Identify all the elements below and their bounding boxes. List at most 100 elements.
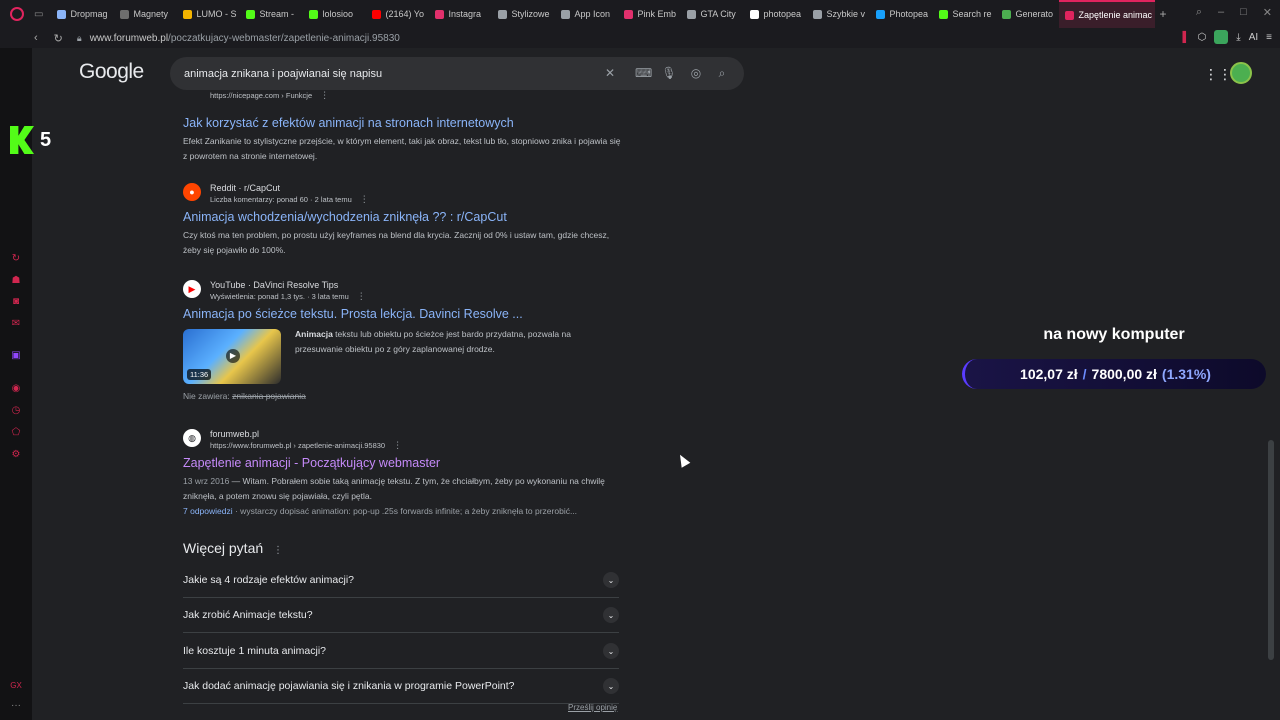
tab-favicon-icon — [1002, 9, 1012, 19]
globe-icon: ◍ — [183, 429, 201, 447]
paa-more-icon[interactable]: ⋮ — [273, 545, 283, 556]
tab-favicon-icon — [57, 9, 67, 19]
scrollbar[interactable] — [1268, 440, 1274, 660]
paa-title: Więcej pytań — [183, 540, 264, 556]
more-options-icon[interactable]: ⋮ — [360, 194, 369, 204]
paa-question[interactable]: Jak zrobić Animacje tekstu? ⌄ — [183, 598, 619, 633]
keyboard-icon[interactable]: ⌨ — [635, 65, 652, 81]
sidebar-player-icon[interactable]: ◉ — [10, 383, 22, 395]
chevron-down-icon[interactable]: ⌄ — [603, 572, 619, 588]
browser-tab[interactable]: Instagra — [429, 0, 492, 28]
lens-icon[interactable]: ◎ — [688, 65, 704, 81]
download-icon[interactable]: ⤓ — [1236, 32, 1240, 43]
result-site: Reddit · r/CapCut — [210, 183, 281, 193]
sidebar-mail-icon[interactable]: ✉ — [10, 318, 22, 330]
browser-tab[interactable]: Magnety — [114, 0, 177, 28]
search-result: ▶ YouTube · DaVinci Resolve Tips Wyświet… — [183, 279, 623, 404]
answers-snippet: · wystarczy dopisać animation: pop-up .2… — [232, 506, 578, 516]
result-title[interactable]: Animacja wchodzenia/wychodzenia zniknęła… — [183, 209, 623, 226]
sidebar-more-icon[interactable]: ··· — [10, 700, 22, 712]
sidebar-gx-icon[interactable]: GX — [10, 680, 22, 692]
tab-favicon-icon — [435, 9, 445, 19]
browser-tab[interactable]: LUMO - S — [177, 0, 240, 28]
paa-question[interactable]: Jakie są 4 rodzaje efektów animacji? ⌄ — [183, 563, 619, 598]
video-thumbnail[interactable]: ▶ 11:36 — [183, 329, 281, 384]
browser-tab[interactable]: Pink Emb — [618, 0, 681, 28]
tab-favicon-icon — [750, 9, 760, 19]
feedback-link[interactable]: Prześlij opinię — [568, 703, 617, 712]
sidebar-settings-icon[interactable]: ⚙ — [10, 449, 22, 461]
tab-favicon-icon — [498, 9, 508, 19]
chevron-down-icon[interactable]: ⌄ — [603, 643, 619, 659]
sidebar-twitch-icon[interactable]: ▣ — [10, 350, 22, 362]
google-logo[interactable]: Google — [79, 60, 144, 84]
tab-favicon-icon — [939, 9, 949, 19]
browser-tab[interactable]: Stylizowe — [492, 0, 555, 28]
extension-green-icon[interactable] — [1214, 30, 1229, 44]
minimize-icon[interactable]: – — [1218, 6, 1224, 19]
search-tabs-icon[interactable]: ⌕ — [1196, 6, 1202, 19]
missing-label: Nie zawiera: — [183, 391, 230, 401]
paa-question[interactable]: Jak dodać animację pojawiania się i znik… — [183, 669, 619, 704]
url-field[interactable]: www.forumweb.pl/poczatkujacy-webmaster/z… — [90, 33, 400, 44]
result-site: forumweb.pl — [210, 429, 260, 439]
sidebar-extensions-icon[interactable]: ⬠ — [10, 427, 22, 439]
more-options-icon[interactable]: ⋮ — [393, 440, 402, 450]
result-title[interactable]: Jak korzystać z efektów animacji na stro… — [183, 115, 623, 132]
kick-count: 5 — [40, 128, 52, 151]
back-icon[interactable]: ‹ — [34, 32, 38, 45]
chevron-down-icon[interactable]: ⌄ — [603, 678, 619, 694]
tab-favicon-icon — [120, 9, 130, 19]
browser-tab[interactable]: Dropmag — [51, 0, 114, 28]
address-bar: ‹ ↻ 🔒︎ www.forumweb.pl/poczatkujacy-webm… — [0, 28, 1280, 48]
close-window-icon[interactable]: ✕ — [1263, 6, 1272, 19]
paa-question[interactable]: Ile kosztuje 1 minuta animacji? ⌄ — [183, 634, 619, 669]
missing-terms[interactable]: znikania pojawiania — [232, 391, 306, 401]
workspaces-icon[interactable]: ▭ — [34, 9, 43, 20]
sidebar-messenger-icon[interactable]: ◙ — [10, 296, 22, 308]
browser-tab[interactable]: photopea — [744, 0, 807, 28]
search-icon[interactable]: ⌕ — [714, 65, 730, 81]
avatar[interactable] — [1230, 62, 1252, 84]
opera-logo-icon[interactable] — [10, 7, 24, 21]
sidebar-refresh-icon[interactable]: ↻ — [10, 253, 22, 265]
browser-tab[interactable]: Szybkie v — [807, 0, 870, 28]
maximize-icon[interactable]: □ — [1240, 6, 1247, 19]
search-input[interactable] — [184, 67, 584, 80]
browser-tab[interactable]: Generato — [996, 0, 1059, 28]
more-options-icon[interactable]: ⋮ — [320, 90, 329, 101]
tab-label: LUMO - S — [196, 9, 237, 19]
sidebar-history-icon[interactable]: ◷ — [10, 405, 22, 417]
goal-percent: (1.31%) — [1161, 366, 1211, 382]
browser-tab[interactable]: Search re — [933, 0, 996, 28]
tab-bar: ▭ Dropmag Magnety LUMO - S Stream - lolosioo… — [0, 0, 1280, 28]
chevron-down-icon[interactable]: ⌄ — [603, 607, 619, 623]
lock-icon[interactable]: 🔒︎ — [77, 33, 82, 44]
paa-question-text: Ile kosztuje 1 minuta animacji? — [183, 645, 326, 657]
more-options-icon[interactable]: ⋮ — [357, 291, 366, 301]
extensions-icon[interactable]: ⬡ — [1198, 32, 1207, 43]
mic-icon[interactable]: 🎙︎ — [661, 65, 677, 81]
tab-favicon-icon — [687, 9, 697, 19]
answers-link[interactable]: 7 odpowiedzi — [183, 506, 233, 516]
ai-button[interactable]: AI — [1249, 32, 1258, 43]
browser-tab[interactable]: App Icon — [555, 0, 618, 28]
menu-icon[interactable]: ≡ — [1266, 32, 1272, 43]
browser-tab[interactable]: Stream - — [240, 0, 303, 28]
search-box[interactable]: ✕ ⌨ 🎙︎ ◎ ⌕ — [170, 57, 744, 90]
result-date: 13 wrz 2016 — [183, 476, 230, 486]
browser-tab[interactable]: lolosioo — [303, 0, 366, 28]
vpn-icon[interactable]: ▌ — [1182, 32, 1189, 43]
tab-label: Magnety — [133, 9, 168, 19]
reload-icon[interactable]: ↻ — [54, 32, 63, 45]
browser-tab[interactable]: (2164) Yo — [366, 0, 429, 28]
browser-tab[interactable]: Zapętlenie animac — [1059, 0, 1156, 28]
browser-tab[interactable]: Photopea — [870, 0, 933, 28]
result-title[interactable]: Animacja po ścieżce tekstu. Prosta lekcj… — [183, 306, 623, 323]
sidebar-bot-icon[interactable]: ☗ — [10, 275, 22, 287]
browser-tab[interactable]: GTA City — [681, 0, 744, 28]
new-tab-icon[interactable]: + — [1159, 7, 1166, 21]
clear-icon[interactable]: ✕ — [602, 65, 618, 81]
tab-label: Generato — [1015, 9, 1053, 19]
result-title[interactable]: Zapętlenie animacji - Początkujący webma… — [183, 455, 623, 472]
